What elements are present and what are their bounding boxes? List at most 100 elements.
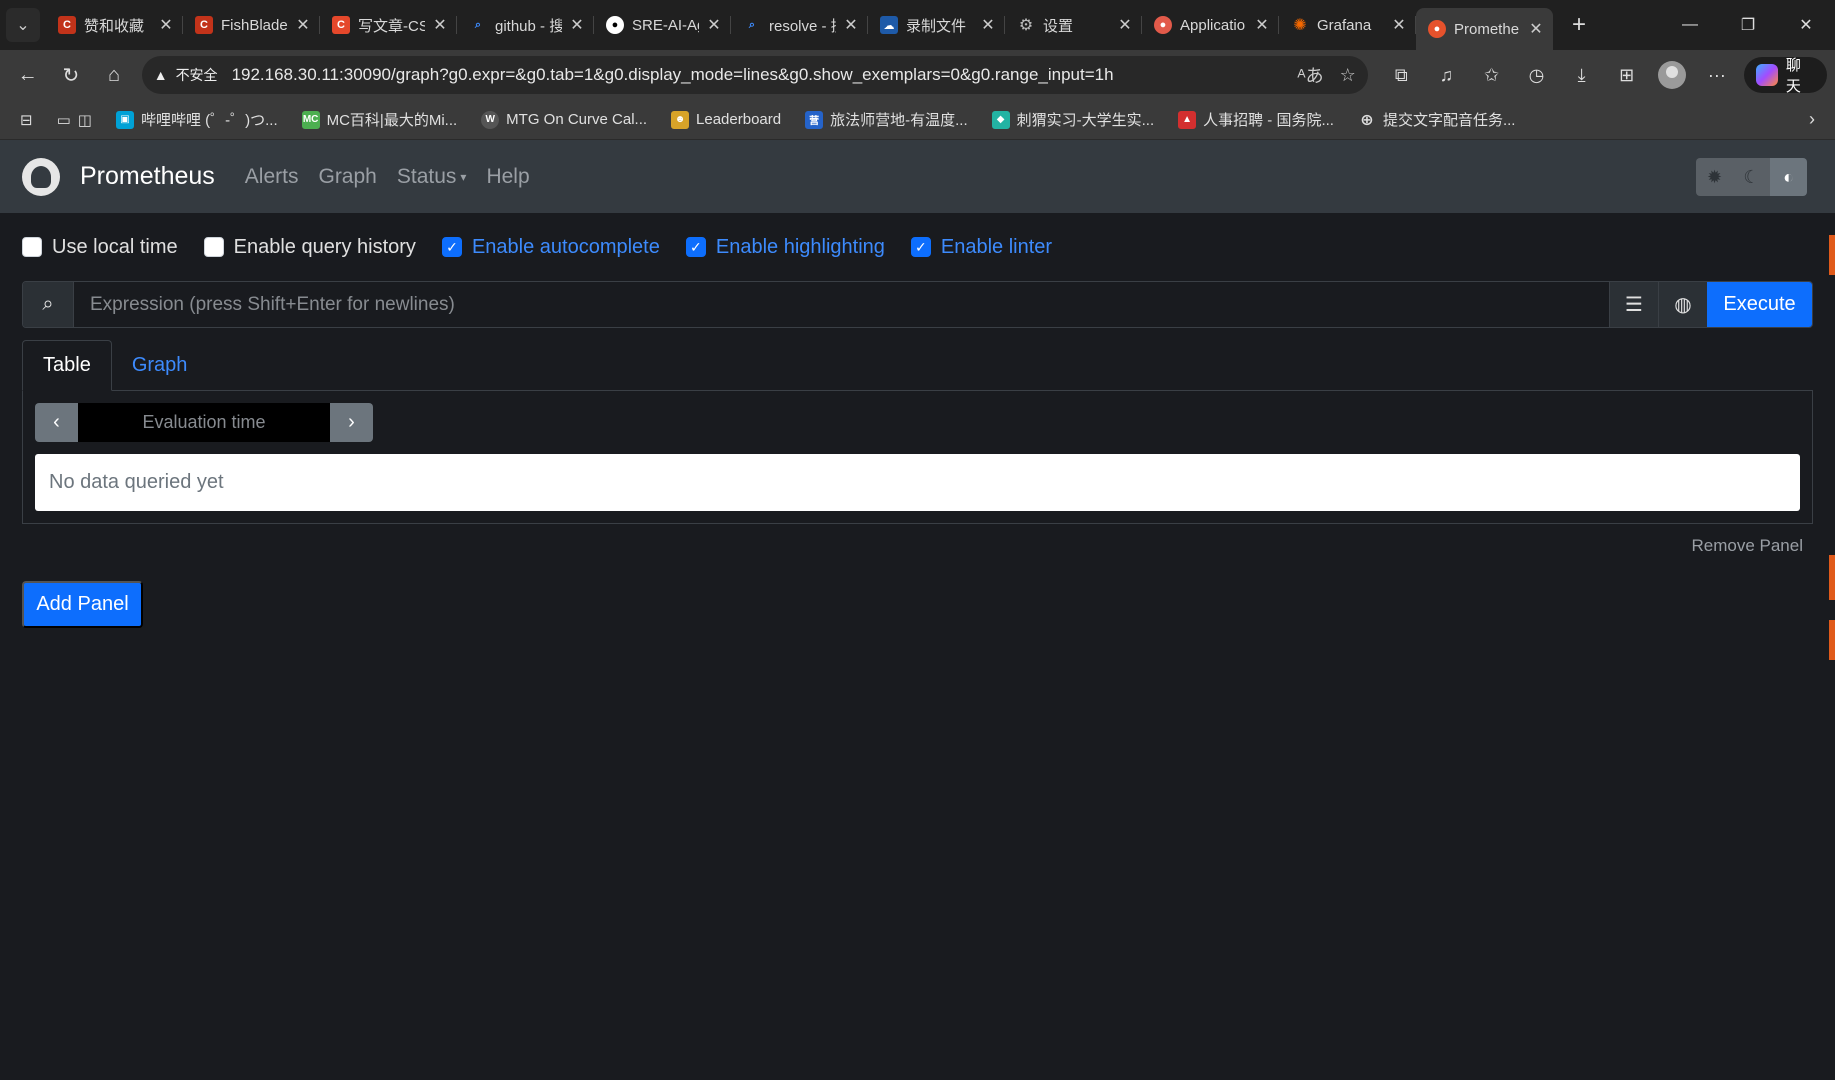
- tab-close-icon[interactable]: ✕: [294, 15, 312, 35]
- tab-close-icon[interactable]: ✕: [705, 15, 723, 35]
- tab-table[interactable]: Table: [22, 340, 112, 391]
- option-autocomplete[interactable]: ✓ Enable autocomplete: [441, 236, 660, 259]
- remove-panel-label[interactable]: Remove Panel: [1691, 536, 1803, 555]
- option-use-local-time[interactable]: Use local time: [22, 236, 178, 259]
- add-panel-button[interactable]: Add Panel: [22, 581, 143, 628]
- option-highlighting[interactable]: ✓ Enable highlighting: [685, 236, 885, 259]
- tab-close-icon[interactable]: ✕: [1116, 15, 1134, 35]
- more-menu-icon[interactable]: ···: [1699, 57, 1734, 93]
- format-expression-icon[interactable]: ☰: [1609, 282, 1658, 327]
- bookmark-item[interactable]: ⊕ 提交文字配音任务...: [1348, 105, 1526, 135]
- tab-close-icon[interactable]: ✕: [1527, 19, 1545, 39]
- bookmark-item[interactable]: ▣ 哔哩哔哩 (゜-゜)つ...: [106, 105, 288, 135]
- browser-tab[interactable]: ☁ 录制文件 ✕: [868, 7, 1005, 43]
- favorite-star-icon[interactable]: ☆: [1340, 65, 1356, 86]
- browser-tab[interactable]: ⚙ 设置 ✕: [1005, 7, 1142, 43]
- browser-tab-active[interactable]: ● Promethe ✕: [1416, 8, 1553, 50]
- browser-tab[interactable]: ● Applicatio ✕: [1142, 7, 1279, 43]
- history-icon[interactable]: ◷: [1519, 57, 1554, 93]
- tab-close-icon[interactable]: ✕: [431, 15, 449, 35]
- tab-close-icon[interactable]: ✕: [979, 15, 997, 35]
- nav-graph[interactable]: Graph: [318, 165, 376, 189]
- checkbox-checked[interactable]: ✓: [441, 237, 462, 257]
- bookmark-item[interactable]: ☻ Leaderboard: [661, 105, 791, 135]
- bookmark-folder[interactable]: ▭ ◫: [47, 105, 102, 135]
- tab-close-icon[interactable]: ✕: [1390, 15, 1408, 35]
- nav-alerts[interactable]: Alerts: [245, 165, 299, 189]
- chevron-right-icon[interactable]: ›: [330, 403, 373, 442]
- checkbox[interactable]: [22, 237, 42, 257]
- profile-avatar[interactable]: [1654, 57, 1689, 93]
- scrollbar-marks: [1829, 100, 1835, 660]
- prometheus-logo-icon[interactable]: [22, 157, 60, 196]
- browser-toolbar: ← ↻ ⌂ ▲ 不安全 192.168.30.11:30090/graph?g0…: [0, 50, 1835, 100]
- browser-tab[interactable]: C 写文章-CS ✕: [320, 7, 457, 43]
- theme-toggle: ✹ ☾ ◐: [1696, 158, 1807, 196]
- leaderboard-icon: ☻: [671, 110, 690, 129]
- tab-graph[interactable]: Graph: [112, 340, 208, 390]
- bookmark-item[interactable]: ▲ 人事招聘 - 国务院...: [1168, 105, 1344, 135]
- favorites-icon[interactable]: ✩: [1474, 57, 1509, 93]
- execute-button[interactable]: Execute: [1707, 282, 1812, 327]
- main-content: Use local time Enable query history ✓ Ena…: [0, 213, 1835, 628]
- tab-favicon-icon: C: [332, 16, 350, 34]
- tab-actions-menu-icon[interactable]: ⌄: [6, 8, 40, 42]
- tab-close-icon[interactable]: ✕: [157, 15, 175, 35]
- browser-tab[interactable]: C FishBlade ✕: [183, 7, 320, 43]
- auto-theme-icon[interactable]: ◐: [1770, 158, 1807, 196]
- extensions-icon[interactable]: ⧉: [1384, 57, 1419, 93]
- app-favicon-icon: ●: [1154, 16, 1172, 34]
- browser-tab[interactable]: ⌕ github - 搜 ✕: [457, 7, 594, 43]
- browser-tab[interactable]: ⌕ resolve - 搜 ✕: [731, 7, 868, 43]
- nav-status[interactable]: Status ▾: [397, 165, 467, 189]
- option-label: Enable linter: [940, 235, 1053, 258]
- nav-help[interactable]: Help: [486, 165, 529, 189]
- expression-input[interactable]: [74, 282, 1609, 327]
- github-icon: ●: [606, 16, 624, 34]
- minimize-icon[interactable]: —: [1661, 0, 1719, 50]
- evaluation-time-input[interactable]: Evaluation time: [78, 403, 330, 442]
- bookmark-item[interactable]: ◆ 刺猬实习-大学生实...: [982, 105, 1165, 135]
- checkbox-checked[interactable]: ✓: [685, 237, 706, 257]
- browser-tab[interactable]: ✺ Grafana ✕: [1279, 7, 1416, 43]
- browser-tab[interactable]: C 赞和收藏 ✕: [46, 7, 183, 43]
- media-icon[interactable]: ♫: [1429, 57, 1464, 93]
- option-query-history[interactable]: Enable query history: [203, 236, 416, 259]
- tab-title: github - 搜: [495, 17, 562, 35]
- light-theme-icon[interactable]: ✹: [1696, 158, 1733, 196]
- restore-icon[interactable]: ❐: [1719, 0, 1777, 50]
- chevron-right-icon[interactable]: ›: [1809, 109, 1825, 130]
- tab-close-icon[interactable]: ✕: [842, 15, 860, 35]
- checkbox[interactable]: [203, 237, 224, 257]
- globe-icon: ⊕: [1360, 111, 1374, 129]
- tab-title: 设置: [1043, 17, 1074, 35]
- home-icon[interactable]: ⌂: [94, 55, 133, 95]
- copilot-label: 聊天: [1785, 57, 1801, 95]
- new-tab-icon[interactable]: +: [1561, 7, 1597, 43]
- copilot-button[interactable]: 聊天: [1744, 57, 1827, 95]
- option-linter[interactable]: ✓ Enable linter: [910, 235, 1053, 259]
- reload-icon[interactable]: ↻: [51, 55, 90, 95]
- checkbox-checked[interactable]: ✓: [910, 237, 931, 257]
- bookmark-item[interactable]: W MTG On Curve Cal...: [471, 105, 657, 135]
- tab-title: FishBlade: [221, 16, 288, 34]
- bookmark-item[interactable]: 营旅法师营地-有温度...: [795, 105, 978, 135]
- tab-close-icon[interactable]: ✕: [568, 15, 586, 35]
- remove-panel-link[interactable]: Remove Panel: [22, 524, 1813, 558]
- browser-tab[interactable]: ● SRE-AI-Ag ✕: [594, 7, 731, 43]
- bookmark-reading-list[interactable]: ⊟: [10, 105, 43, 135]
- url-text[interactable]: 192.168.30.11:30090/graph?g0.expr=&g0.ta…: [232, 65, 1282, 85]
- chevron-left-icon[interactable]: ‹: [35, 403, 78, 442]
- back-icon[interactable]: ←: [8, 55, 47, 95]
- metrics-explorer-icon[interactable]: ◍: [1658, 282, 1707, 327]
- download-icon[interactable]: ⤓: [1564, 57, 1599, 93]
- close-window-icon[interactable]: ✕: [1777, 0, 1835, 50]
- address-bar[interactable]: ▲ 不安全 192.168.30.11:30090/graph?g0.expr=…: [141, 56, 1368, 94]
- bookmark-item[interactable]: MC MC百科|最大的Mi...: [292, 105, 468, 135]
- tab-title: Promethe: [1454, 20, 1520, 38]
- dark-theme-icon[interactable]: ☾: [1733, 158, 1770, 196]
- translate-icon[interactable]: ᴬあ: [1297, 62, 1323, 88]
- tab-close-icon[interactable]: ✕: [1253, 15, 1271, 35]
- brand-title[interactable]: Prometheus: [80, 162, 215, 191]
- collections-icon[interactable]: ⊞: [1609, 57, 1644, 93]
